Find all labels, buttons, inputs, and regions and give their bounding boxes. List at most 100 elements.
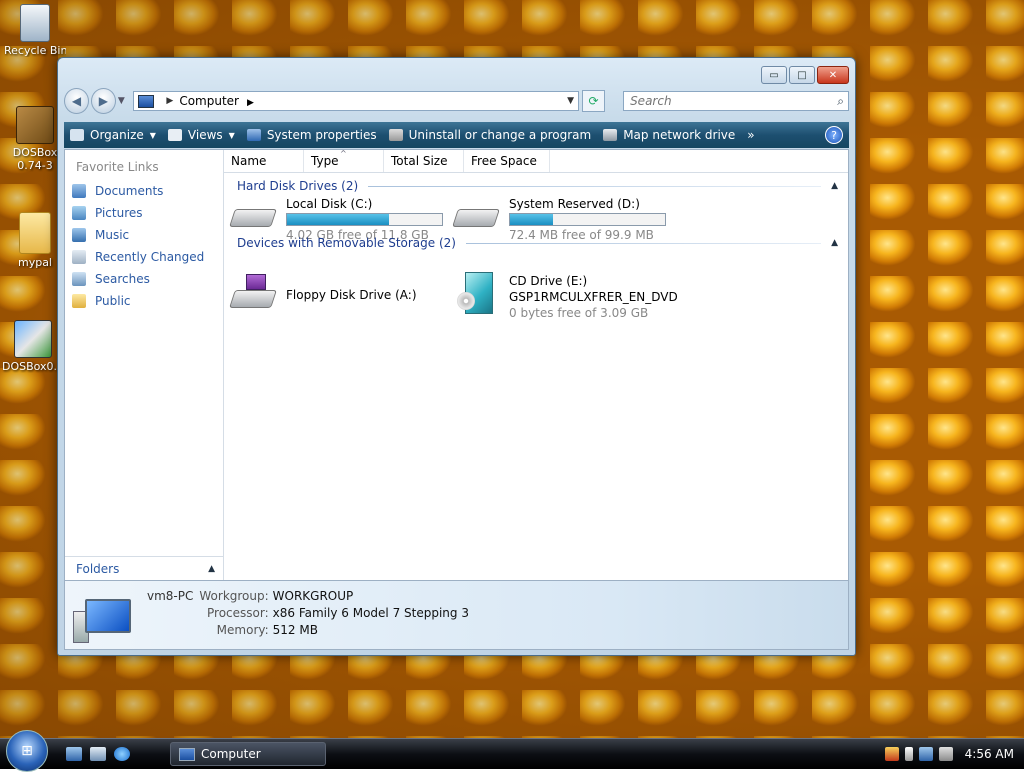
search-icon[interactable]: ⌕ — [837, 94, 844, 109]
memory-label: Memory: — [216, 623, 269, 637]
more-commands-button[interactable]: » — [747, 128, 754, 142]
computer-icon — [179, 747, 195, 761]
explorer-body: Favorite Links Documents Pictures Music … — [64, 149, 849, 581]
recent-pages-dropdown[interactable]: ▼ — [118, 96, 128, 106]
show-desktop-icon[interactable] — [66, 747, 82, 761]
dosbox-setup-desktop-icon[interactable]: DOSBox0.74 — [2, 320, 64, 373]
favorite-link-recently-changed[interactable]: Recently Changed — [65, 246, 223, 268]
security-shield-icon[interactable] — [884, 747, 899, 761]
network-icon[interactable] — [918, 747, 933, 761]
recycle-bin-desktop-icon[interactable]: Recycle Bin — [4, 4, 66, 57]
chevron-up-icon: ▲ — [208, 563, 215, 574]
more-chevron-icon: » — [747, 128, 755, 142]
hard-drive-body — [452, 209, 500, 227]
action-center-icon[interactable] — [904, 747, 913, 761]
hard-drive-body — [229, 209, 277, 227]
minimize-button[interactable]: ▭ — [761, 66, 787, 84]
column-headers: Name Type ^ Total Size Free Space — [224, 149, 848, 173]
maximize-button[interactable]: □ — [789, 66, 815, 84]
favorite-links-title: Favorite Links — [76, 160, 159, 174]
taskbar-button-computer[interactable]: Computer — [170, 742, 326, 766]
column-header-total-size[interactable]: Total Size — [384, 150, 464, 172]
map-network-drive-button[interactable]: Map network drive — [603, 128, 735, 142]
folders-toggle[interactable]: Folders ▲ — [65, 556, 223, 580]
workgroup-value: WORKGROUP — [272, 589, 354, 603]
drive-name: System Reserved (D:) — [509, 197, 640, 211]
address-bar[interactable]: ▶ Computer ▶ ▼ — [133, 91, 580, 111]
favorite-link-public[interactable]: Public — [65, 290, 223, 312]
favorite-link-pictures[interactable]: Pictures — [65, 202, 223, 224]
network-drive-icon — [603, 129, 618, 141]
uninstall-program-button[interactable]: Uninstall or change a program — [388, 128, 591, 142]
volume-icon[interactable] — [938, 747, 953, 761]
computer-name: vm8-PC Workgroup: — [147, 589, 269, 603]
breadcrumb-computer[interactable]: Computer ▶ — [179, 94, 567, 108]
group-title: Hard Disk Drives (2) — [237, 179, 359, 193]
dosbox-setup-icon — [14, 320, 52, 358]
forward-arrow-icon: ▶ — [98, 94, 108, 108]
views-label: Views — [187, 128, 223, 142]
favorite-link-documents[interactable]: Documents — [65, 180, 223, 202]
chevron-down-icon: ▼ — [149, 130, 156, 140]
quick-launch — [66, 747, 130, 761]
documents-icon — [72, 184, 86, 198]
internet-explorer-icon[interactable] — [114, 747, 130, 761]
address-dropdown-icon[interactable]: ▼ — [567, 96, 574, 106]
views-button[interactable]: Views ▼ — [167, 128, 235, 142]
usage-bar — [286, 213, 443, 226]
chevron-up-icon: ▲ — [831, 181, 838, 191]
uninstall-icon — [388, 129, 403, 141]
navigation-pane: Favorite Links Documents Pictures Music … — [65, 150, 224, 580]
search-input[interactable] — [628, 93, 838, 109]
clock[interactable]: 4:56 AM — [965, 747, 1014, 761]
column-header-free-space[interactable]: Free Space — [464, 150, 550, 172]
windows-logo-icon: ⊞ — [21, 743, 33, 759]
favorite-link-searches[interactable]: Searches — [65, 268, 223, 290]
floppy-drive-icon — [229, 274, 278, 308]
folders-label: Folders — [76, 561, 120, 576]
favorite-link-label: Music — [95, 228, 130, 242]
close-button[interactable]: ✕ — [817, 66, 849, 84]
usage-bar-fill — [510, 214, 554, 225]
column-header-type[interactable]: Type ^ — [304, 149, 384, 172]
start-button[interactable]: ⊞ — [6, 730, 48, 772]
taskbar: ⊞ Computer 4:56 AM — [0, 730, 1024, 772]
disc-icon — [457, 292, 475, 310]
explorer-window: ▭ □ ✕ ◀ ▶ ▼ ▶ Computer▶ ▼ ⟳ ⌕ Organize ▼… — [57, 57, 856, 656]
group-divider — [368, 185, 822, 187]
breadcrumb-chevron-icon[interactable]: ▶ — [166, 96, 173, 106]
drive-cd-e[interactable]: CD Drive (E:) GSP1RMCULXFRER_EN_DVD 0 by… — [455, 272, 678, 320]
organize-button[interactable]: Organize ▼ — [70, 128, 156, 142]
favorite-link-label: Searches — [95, 272, 150, 286]
details-pane: vm8-PC Workgroup: WORKGROUP Processor: x8… — [64, 580, 849, 650]
system-properties-button[interactable]: System properties — [246, 128, 377, 142]
back-button[interactable]: ◀ — [64, 88, 89, 114]
column-header-name[interactable]: Name — [224, 150, 304, 172]
drive-name: Floppy Disk Drive (A:) — [286, 288, 417, 302]
taskbar-button-label: Computer — [201, 747, 261, 761]
column-header-type-label: Type — [311, 154, 339, 168]
computer-icon — [73, 599, 131, 643]
group-header-removable-storage[interactable]: Devices with Removable Storage (2) ▲ — [237, 236, 838, 250]
computer-monitor — [85, 599, 131, 633]
drive-floppy-a[interactable]: Floppy Disk Drive (A:) — [229, 274, 417, 308]
favorite-link-music[interactable]: Music — [65, 224, 223, 246]
group-header-hard-disks[interactable]: Hard Disk Drives (2) ▲ — [237, 179, 838, 193]
system-properties-icon — [246, 129, 261, 141]
search-box[interactable]: ⌕ — [623, 91, 849, 111]
favorite-link-label: Pictures — [95, 206, 143, 220]
computer-details: vm8-PC Workgroup: WORKGROUP Processor: x8… — [147, 589, 469, 637]
forward-button[interactable]: ▶ — [90, 88, 116, 114]
dosbox-setup-label: DOSBox0.74 — [2, 360, 64, 373]
hard-drive-icon — [452, 197, 501, 231]
dosbox-icon — [16, 106, 54, 144]
folder-icon — [19, 212, 51, 254]
drive-name: Local Disk (C:) — [286, 197, 373, 211]
back-arrow-icon: ◀ — [71, 94, 82, 108]
refresh-button[interactable]: ⟳ — [582, 90, 606, 112]
memory-value: 512 MB — [272, 623, 318, 637]
help-button[interactable]: ? — [825, 126, 843, 144]
public-folder-icon — [72, 294, 86, 308]
switch-windows-icon[interactable] — [90, 747, 106, 761]
drive-volume-label: GSP1RMCULXFRER_EN_DVD — [509, 290, 678, 304]
